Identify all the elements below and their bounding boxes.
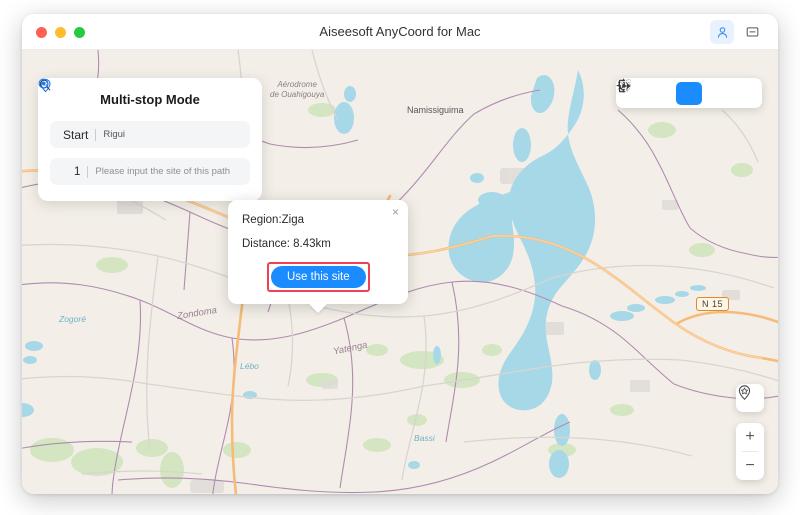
map-canvas[interactable]: Aérodrome de Ouahigouya Namissiguima Zogo… — [22, 50, 778, 494]
exit-button[interactable] — [618, 79, 758, 105]
start-point-row[interactable]: S Start Rigui — [39, 78, 250, 148]
account-icon — [717, 26, 727, 38]
zoom-in-button[interactable]: + — [736, 423, 764, 451]
exit-icon — [618, 79, 631, 93]
field-divider — [87, 165, 89, 178]
use-this-site-highlight: Use this site — [267, 262, 370, 292]
favorites-button[interactable] — [736, 384, 764, 412]
one-stop-mode-button[interactable] — [617, 79, 674, 105]
stop-row-1[interactable]: 1 Please input the site of this path — [38, 78, 250, 185]
account-button[interactable] — [710, 20, 734, 44]
multi-stop-mode-button[interactable] — [616, 79, 702, 105]
app-root: Aiseesoft AnyCoord for Mac Aérodrome de … — [0, 0, 800, 515]
map-mode-toolbar — [616, 78, 762, 108]
app-window: Aiseesoft AnyCoord for Mac Aérodrome de … — [22, 14, 778, 494]
title-bar: Aiseesoft AnyCoord for Mac — [22, 14, 778, 50]
stop-marker-icon — [38, 78, 49, 89]
panel-title: Multi-stop Mode — [100, 92, 200, 107]
zoom-out-button[interactable]: − — [736, 452, 764, 480]
window-title: Aiseesoft AnyCoord for Mac — [319, 24, 481, 39]
use-this-site-button[interactable]: Use this site — [271, 266, 366, 288]
titlebar-actions — [710, 20, 764, 44]
site-info-popup: × Region:Ziga Distance: 8.43km Use this … — [228, 200, 408, 304]
popup-close-icon[interactable]: × — [392, 206, 399, 218]
popup-distance-text: Distance: 8.43km — [242, 238, 331, 250]
monitor-icon — [746, 26, 758, 36]
start-label: Start — [63, 127, 89, 142]
popup-region-text: Region:Ziga — [242, 214, 305, 226]
stop-placeholder: Please input the site of this path — [95, 166, 231, 177]
favorite-pin-icon — [738, 385, 751, 400]
joystick-mode-button[interactable] — [617, 79, 730, 105]
start-value: Rigui — [103, 129, 125, 140]
display-button[interactable] — [740, 20, 764, 44]
field-divider — [95, 128, 97, 141]
stop-number: 1 — [74, 165, 81, 178]
multi-stop-panel: Multi-stop Mode S Start Rigui 1 Please i… — [38, 78, 262, 201]
road-shield-n15: N 15 — [696, 297, 730, 311]
zoom-controls: + − — [736, 423, 764, 480]
